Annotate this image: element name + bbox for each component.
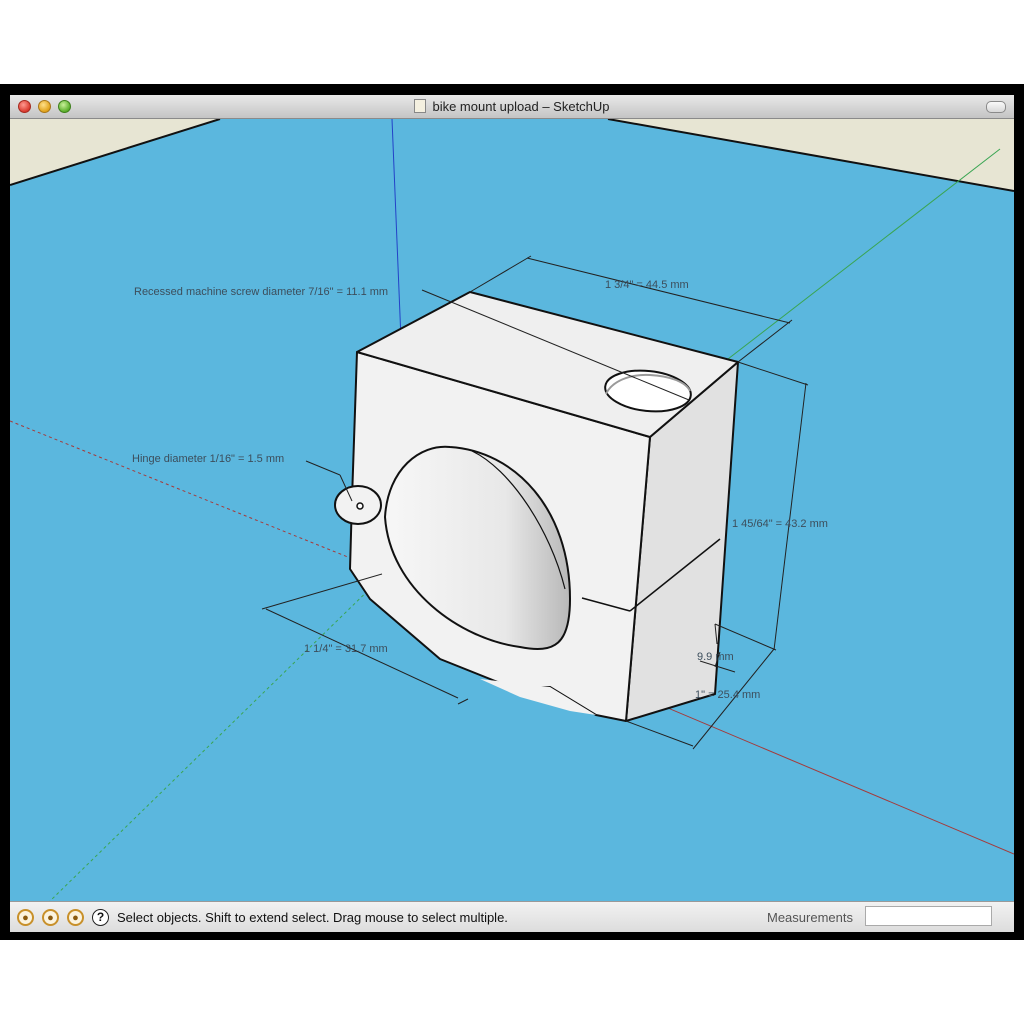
depth-dimension: 1" = 25.4 mm: [695, 689, 760, 701]
scene: Recessed machine screw diameter 7/16" = …: [10, 119, 1014, 901]
sketchup-window: bike mount upload – SketchUp Recessed ma…: [10, 95, 1014, 932]
gap-dimension: 9.9 mm: [697, 651, 734, 663]
toolbar-toggle-button[interactable]: [986, 101, 1006, 113]
window-title: bike mount upload – SketchUp: [10, 99, 1014, 114]
measurements-label: Measurements: [767, 910, 853, 925]
top-width-dimension: 1 3/4" = 44.5 mm: [605, 279, 689, 291]
hinge-pin: [356, 502, 364, 510]
bore-dimension: 1 1/4" = 31.7 mm: [304, 643, 388, 655]
help-icon[interactable]: ?: [92, 909, 109, 926]
title-bar[interactable]: bike mount upload – SketchUp: [10, 95, 1014, 119]
window-title-text: bike mount upload – SketchUp: [432, 99, 610, 114]
height-dimension: 1 45/64" = 43.2 mm: [732, 518, 828, 530]
status-bar: ● ● ● ? Select objects. Shift to extend …: [10, 901, 1014, 932]
geolocation-icon[interactable]: ●: [17, 909, 34, 926]
document-icon: [414, 99, 427, 113]
hinge-dimension: Hinge diameter 1/16" = 1.5 mm: [132, 453, 284, 465]
measurements-field[interactable]: [865, 906, 992, 926]
screw-hole-dimension: Recessed machine screw diameter 7/16" = …: [134, 286, 388, 298]
google-icon[interactable]: ●: [67, 909, 84, 926]
status-text: Select objects. Shift to extend select. …: [117, 910, 508, 925]
model-viewport[interactable]: Recessed machine screw diameter 7/16" = …: [10, 119, 1014, 901]
credits-icon[interactable]: ●: [42, 909, 59, 926]
